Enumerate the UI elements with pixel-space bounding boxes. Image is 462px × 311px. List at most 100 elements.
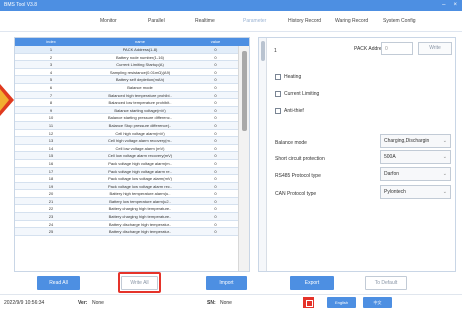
anti-thief-checkbox-box[interactable]: [275, 108, 281, 114]
can-protocol-select[interactable]: Pylontech ⌄: [380, 185, 451, 199]
heating-checkbox-box[interactable]: [275, 74, 281, 80]
row-value[interactable]: 0: [193, 69, 238, 76]
table-row[interactable]: 18 Pack voltage low voltage alarm(mV) 0: [15, 175, 238, 183]
table-row[interactable]: 21 Battery low temperature alarm(u2.. 0: [15, 197, 238, 206]
row-value[interactable]: 0: [193, 107, 238, 114]
header-name[interactable]: name: [87, 38, 193, 46]
header-value[interactable]: value: [193, 38, 238, 46]
table-row[interactable]: 6 Balance mode 0: [15, 84, 238, 92]
table-row[interactable]: 4 Sampling resistance(0.01mΩ)(A9) 0: [15, 69, 238, 77]
window-titlebar: BMS Tool V3.8: [0, 0, 462, 11]
row-value[interactable]: 0: [193, 145, 238, 152]
heating-checkbox[interactable]: Heating: [275, 74, 301, 80]
row-value[interactable]: 0: [193, 198, 238, 205]
table-row[interactable]: 22 Battery charging high temperature.. 0: [15, 205, 238, 214]
table-row[interactable]: 16 Pack voltage high voltage alarm(m.. 0: [15, 160, 238, 168]
import-button[interactable]: Import: [206, 276, 247, 290]
callout-arrow-inner-icon: [0, 89, 9, 111]
menu-warning-record[interactable]: Waring Record: [335, 11, 368, 32]
row-value[interactable]: 0: [193, 137, 238, 144]
row-value[interactable]: 0: [193, 46, 238, 53]
table-row[interactable]: 7 Balanced high temperature prohibi.. 0: [15, 91, 238, 100]
close-icon[interactable]: ×: [453, 0, 457, 11]
row-name: Balance mode: [127, 84, 153, 90]
row-name: Balance starting voltage(mV): [114, 107, 166, 113]
row-index: 20: [48, 191, 54, 197]
row-value[interactable]: 0: [193, 221, 238, 228]
table-row[interactable]: 3 Current Limiting Startup(A) 0: [15, 61, 238, 69]
record-icon[interactable]: [303, 297, 314, 308]
row-value[interactable]: 0: [193, 205, 238, 212]
table-row[interactable]: 23 Battery charging high temperature.. 0: [15, 213, 238, 221]
table-row[interactable]: 9 Balance starting voltage(mV) 0: [15, 106, 238, 115]
panel-scrollbar-thumb[interactable]: [261, 41, 265, 61]
table-scrollbar[interactable]: [238, 46, 249, 271]
chinese-button[interactable]: 中文: [363, 297, 392, 308]
row-value[interactable]: 0: [193, 114, 238, 121]
panel-scrollbar[interactable]: [259, 38, 267, 271]
row-value[interactable]: 0: [193, 228, 238, 235]
row-name: Battery charging high temperature..: [108, 206, 172, 212]
to-default-button[interactable]: To Default: [365, 276, 407, 290]
row-index: 2: [49, 54, 53, 60]
minimize-icon[interactable]: –: [442, 0, 445, 11]
row-value[interactable]: 0: [193, 152, 238, 159]
menu-parameter[interactable]: Parameter: [243, 11, 266, 32]
table-scrollbar-thumb[interactable]: [242, 51, 247, 131]
row-value[interactable]: 0: [193, 130, 238, 137]
table-row[interactable]: 15 Cell low voltage alarm recovery(mV) 0: [15, 152, 238, 160]
row-index: 23: [48, 214, 54, 220]
row-value[interactable]: 0: [193, 61, 238, 68]
balance-mode-select[interactable]: Charging,Dischargin ⌄: [380, 134, 451, 148]
read-all-button[interactable]: Read All: [37, 276, 80, 290]
row-value[interactable]: 0: [193, 175, 238, 182]
anti-thief-checkbox[interactable]: Anti-thief: [275, 108, 304, 114]
menu-history-record[interactable]: History Record: [288, 11, 321, 32]
short-circuit-value: 500A: [384, 154, 396, 160]
table-row[interactable]: 2 Battery node number(1-16) 0: [15, 54, 238, 62]
table-row[interactable]: 14 Cell low voltage alarm (mV) 0: [15, 145, 238, 153]
row-value[interactable]: 0: [193, 168, 238, 175]
row-value[interactable]: 0: [193, 92, 238, 99]
window-controls: – ×: [442, 0, 457, 11]
row-value[interactable]: 0: [193, 213, 238, 220]
row-index: 24: [48, 221, 54, 227]
row-value[interactable]: 0: [193, 76, 238, 83]
row-value[interactable]: 0: [193, 84, 238, 91]
rs485-protocol-select[interactable]: Darfon ⌄: [380, 167, 451, 181]
row-value[interactable]: 0: [193, 99, 238, 106]
short-circuit-select[interactable]: 500A ⌄: [380, 150, 451, 164]
table-row[interactable]: 5 Battery self depletion(mAh) 0: [15, 76, 238, 84]
menu-realtime[interactable]: Realtime: [195, 11, 215, 32]
table-row[interactable]: 24 Battery discharge high temperatur.. 0: [15, 221, 238, 229]
row-index: 9: [49, 107, 53, 113]
current-limiting-checkbox[interactable]: Current Limiting: [275, 91, 319, 97]
header-index[interactable]: index: [15, 38, 87, 46]
table-row[interactable]: 12 Cell high voltage alarm(mV) 0: [15, 130, 238, 138]
row-index: 17: [48, 168, 54, 174]
row-value[interactable]: 0: [193, 183, 238, 190]
table-row[interactable]: 19 Pack voltage low voltage alarm rec.. 0: [15, 182, 238, 191]
table-row[interactable]: 25 Battery discharge high temperatur.. 0: [15, 228, 238, 236]
export-button[interactable]: Export: [290, 276, 334, 290]
english-button[interactable]: English: [327, 297, 356, 308]
menu-monitor[interactable]: Monitor: [100, 11, 117, 32]
table-row[interactable]: 20 Battery high temperature alarm(u.. 0: [15, 190, 238, 198]
table-row[interactable]: 8 Balanced low temperature prohibit.. 0: [15, 99, 238, 107]
table-row[interactable]: 17 Pack voltage high voltage alarm re.. 0: [15, 167, 238, 176]
table-row[interactable]: 1 PACK Address(1-8) 0: [15, 46, 238, 54]
pack-address-input[interactable]: 0: [381, 42, 413, 55]
table-row[interactable]: 11 Balance Stop pressure difference(.. 0: [15, 121, 238, 130]
row-value[interactable]: 0: [193, 160, 238, 167]
table-row[interactable]: 13 Cell high voltage alarm recovery(m.. 0: [15, 137, 238, 145]
row-value[interactable]: 0: [193, 190, 238, 197]
row-value[interactable]: 0: [193, 122, 238, 129]
row-index: 16: [48, 160, 54, 166]
write-button[interactable]: Write: [418, 42, 452, 55]
table-row[interactable]: 10 Balance starting pressure differenc.. 0: [15, 114, 238, 122]
row-name: Battery high temperature alarm(u..: [109, 191, 171, 197]
menu-system-config[interactable]: System Config: [383, 11, 416, 32]
menu-parallel[interactable]: Parallel: [148, 11, 165, 32]
row-value[interactable]: 0: [193, 54, 238, 61]
current-limiting-checkbox-box[interactable]: [275, 91, 281, 97]
